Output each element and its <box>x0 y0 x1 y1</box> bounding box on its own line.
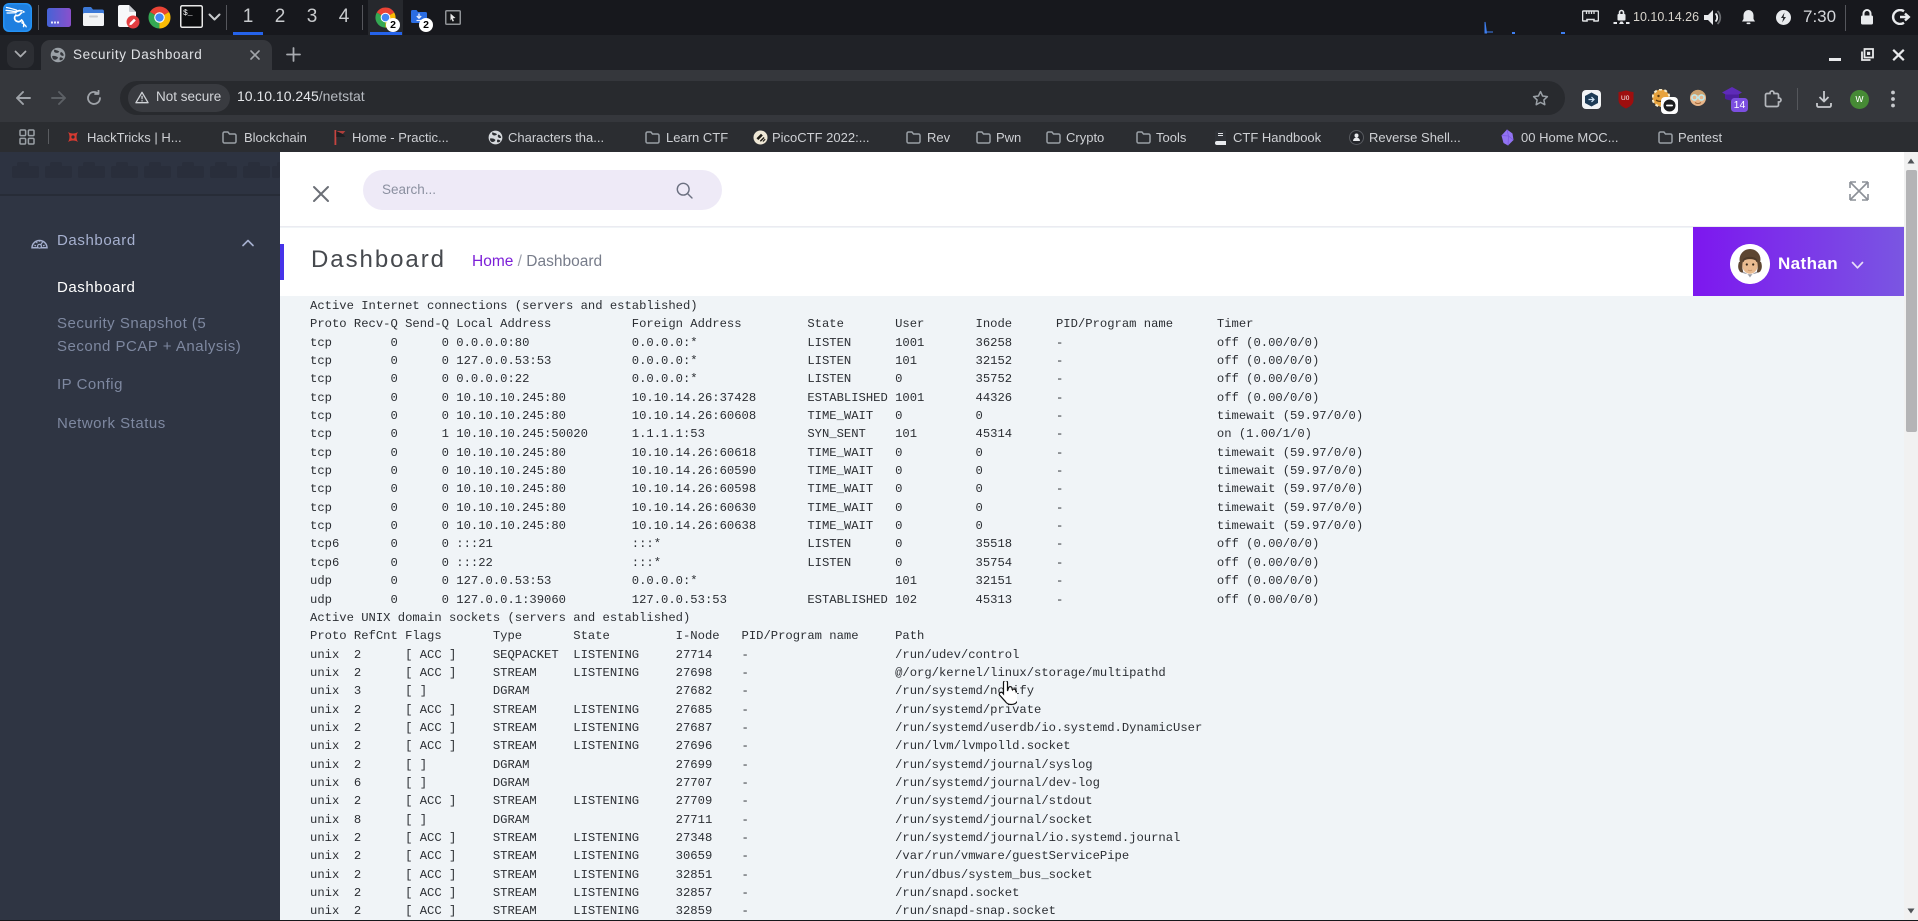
svg-text:U0: U0 <box>1621 95 1630 102</box>
svg-text:$_: $_ <box>183 9 193 18</box>
